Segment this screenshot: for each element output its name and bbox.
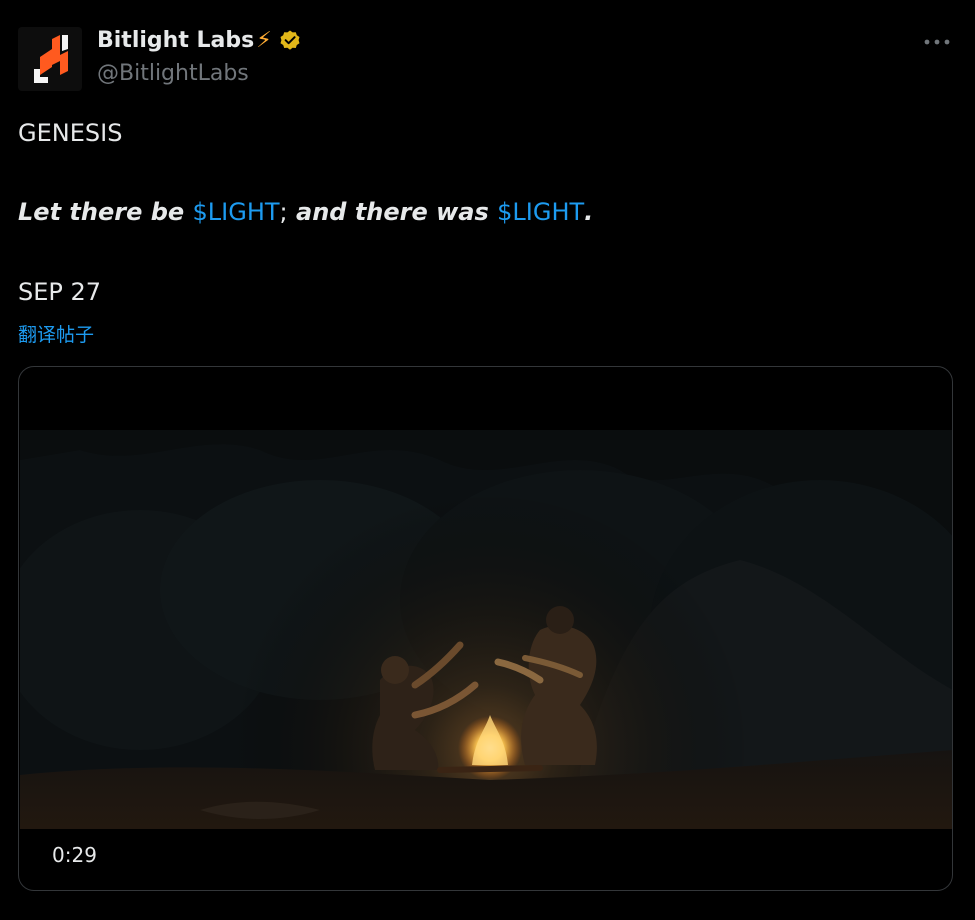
lightning-icon: ⚡ [256,27,272,53]
cashtag-link[interactable]: $LIGHT [497,198,584,226]
tweet-text-segment: and there was [287,198,498,226]
translate-post-link[interactable]: 翻译帖子 [18,320,94,347]
author-handle[interactable]: @BitlightLabs [97,61,249,86]
display-name[interactable]: Bitlight Labs ⚡ [97,28,302,53]
tweet-text-segment: Let there be [18,198,193,226]
video-card[interactable]: 0:29 [18,366,953,891]
video-thumbnail [20,430,952,829]
video-player[interactable] [20,430,952,829]
more-options-button[interactable] [921,28,953,56]
verified-badge-icon [280,30,300,50]
tweet-text-end: . [584,198,594,226]
more-dots-icon [924,39,950,45]
video-duration-label: 0:29 [52,843,97,867]
tweet-text-separator: ; [279,198,288,226]
tweet-text-line-3: SEP 27 [18,278,102,306]
tweet-text-line-2: Let there be $LIGHT; and there was $LIGH… [18,198,593,226]
display-name-text: Bitlight Labs [97,28,255,53]
avatar[interactable] [18,27,82,91]
tweet-text-line-1: GENESIS [18,119,123,147]
cashtag-link[interactable]: $LIGHT [193,198,280,226]
bitlight-logo-icon [18,27,82,91]
